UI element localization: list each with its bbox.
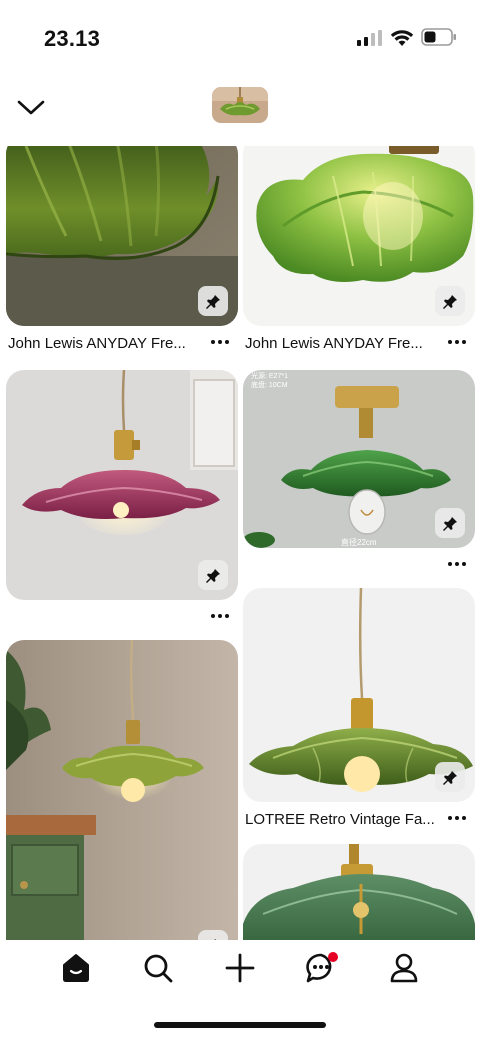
image-overlay-caption: 直径22cm: [341, 538, 377, 547]
pin-card[interactable]: [6, 370, 238, 636]
save-pin-button[interactable]: [435, 286, 465, 316]
more-horizontal-icon: [448, 562, 466, 566]
chevron-down-icon: [17, 100, 45, 115]
battery-icon: [421, 28, 456, 46]
pin-image[interactable]: [243, 588, 475, 802]
pin-feed[interactable]: John Lewis ANYDAY Fre... John Lewis ANYD…: [0, 146, 480, 940]
more-options-button[interactable]: [208, 332, 232, 352]
save-pin-button[interactable]: [198, 560, 228, 590]
header: [0, 80, 480, 136]
pushpin-icon: [206, 568, 220, 583]
save-pin-button[interactable]: [435, 508, 465, 538]
pushpin-icon: [443, 516, 457, 531]
close-button[interactable]: [14, 92, 48, 122]
save-pin-button[interactable]: [198, 286, 228, 316]
pin-image[interactable]: 光源: E27*1 底盘: 10CM 直径22cm: [243, 370, 475, 548]
pin-meta: [6, 600, 238, 636]
pin-card[interactable]: [6, 640, 238, 940]
lamp-image: [6, 640, 238, 940]
nav-profile[interactable]: [384, 948, 424, 988]
pin-image[interactable]: [243, 844, 475, 940]
bottom-navigation: [0, 940, 480, 1039]
pin-card[interactable]: John Lewis ANYDAY Fre...: [6, 146, 238, 362]
more-options-button[interactable]: [445, 332, 469, 352]
more-options-button[interactable]: [445, 554, 469, 574]
pin-image[interactable]: [6, 370, 238, 600]
profile-icon: [390, 953, 418, 983]
nav-home[interactable]: [56, 948, 96, 988]
pin-title[interactable]: LOTREE Retro Vintage Fa...: [245, 811, 445, 828]
notification-dot: [328, 952, 338, 962]
more-horizontal-icon: [211, 340, 229, 344]
pushpin-icon: [206, 294, 220, 309]
pin-card[interactable]: 光源: E27*1 底盘: 10CM 直径22cm: [243, 370, 475, 586]
pin-meta: John Lewis ANYDAY Fre...: [6, 326, 238, 362]
save-pin-button[interactable]: [435, 762, 465, 792]
pin-meta: [243, 548, 475, 586]
pin-image[interactable]: [243, 146, 475, 326]
pin-thumbnail[interactable]: [212, 87, 268, 123]
image-overlay-text: 光源: E27*1 底盘: 10CM: [251, 373, 288, 389]
home-indicator: [154, 1022, 326, 1028]
pin-image[interactable]: [6, 640, 238, 940]
pin-title[interactable]: John Lewis ANYDAY Fre...: [245, 335, 445, 352]
pushpin-icon: [443, 294, 457, 309]
more-options-button[interactable]: [445, 808, 469, 828]
create-icon: [225, 953, 255, 983]
more-horizontal-icon: [448, 340, 466, 344]
messages-icon: [306, 952, 338, 983]
more-horizontal-icon: [211, 614, 229, 618]
search-icon: [144, 954, 173, 983]
pin-image[interactable]: [6, 146, 238, 326]
status-bar: 23.13: [0, 0, 480, 70]
pin-card[interactable]: John Lewis ANYDAY Fre...: [243, 146, 475, 362]
more-horizontal-icon: [448, 816, 466, 820]
status-time: 23.13: [44, 26, 101, 51]
wifi-icon: [390, 30, 414, 46]
pin-card[interactable]: [243, 844, 475, 940]
pin-meta: LOTREE Retro Vintage Fa...: [243, 802, 475, 838]
save-pin-button[interactable]: [198, 930, 228, 940]
nav-search[interactable]: [138, 948, 178, 988]
home-icon: [63, 954, 89, 982]
more-options-button[interactable]: [208, 606, 232, 626]
nav-create[interactable]: [220, 948, 260, 988]
pushpin-icon: [443, 770, 457, 785]
cellular-signal-icon: [357, 30, 382, 46]
pin-meta: John Lewis ANYDAY Fre...: [243, 326, 475, 362]
pin-title[interactable]: John Lewis ANYDAY Fre...: [8, 335, 208, 352]
lamp-image: [243, 844, 475, 940]
pin-card[interactable]: LOTREE Retro Vintage Fa...: [243, 588, 475, 838]
nav-messages[interactable]: [302, 948, 342, 988]
